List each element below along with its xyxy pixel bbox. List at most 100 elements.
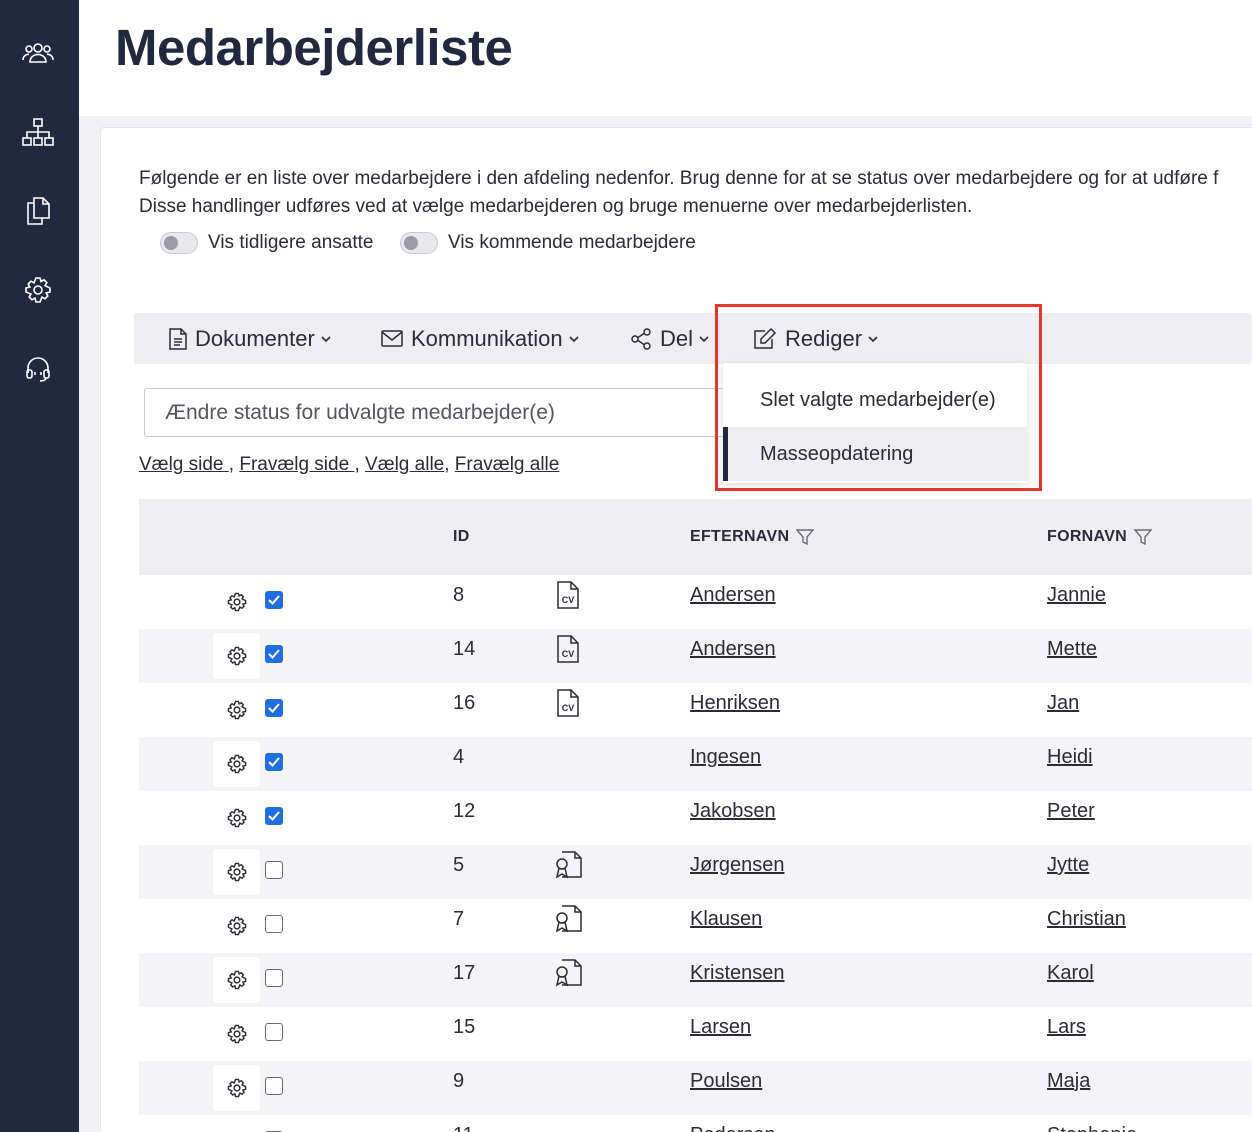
certificate-icon[interactable] [554,905,582,938]
upcoming-employees-label: Vis kommende medarbejdere [448,232,696,253]
row-settings-icon[interactable] [213,579,260,625]
row-settings-icon[interactable] [213,633,260,679]
row-last-name-link[interactable]: Poulsen [690,1070,762,1093]
table-row: 8 CV Andersen Jannie [139,575,1252,629]
column-header-last-name[interactable]: EFTERNAVN [690,499,815,575]
chevron-down-icon [321,335,331,342]
row-last-name-link[interactable]: Klausen [690,908,762,931]
row-first-name-link[interactable]: Karol [1047,962,1094,985]
row-first-name-link[interactable]: Peter [1047,800,1095,823]
table-row: 16 CV Henriksen Jan [139,683,1252,737]
page-header: Medarbejderliste [79,0,1252,116]
page-description: Følgende er en liste over medarbejdere i… [139,165,1252,221]
description-line-2: Disse handlinger udføres ved at vælge me… [139,196,973,217]
documents-label: Dokumenter [195,325,315,351]
row-checkbox[interactable] [265,699,283,717]
certificate-icon[interactable] [554,959,582,992]
column-header-first-name[interactable]: FORNAVN [1047,499,1153,575]
row-first-name-link[interactable]: Maja [1047,1070,1090,1093]
edit-dropdown-menu: Slet valgte medarbejder(e) Masseopdateri… [723,363,1027,483]
edit-menu-button[interactable]: Rediger [753,313,879,364]
envelope-icon [381,330,403,347]
row-checkbox[interactable] [265,591,283,609]
documents-icon[interactable] [20,193,56,229]
row-settings-icon[interactable] [213,1065,260,1111]
row-last-name-link[interactable]: Pedersen [690,1124,776,1132]
row-checkbox[interactable] [265,645,283,663]
filter-icon[interactable] [796,528,815,546]
cv-document-icon[interactable]: CV [556,581,580,614]
row-last-name-link[interactable]: Larsen [690,1016,751,1039]
mass-update-item[interactable]: Masseopdatering [723,427,1027,481]
row-checkbox[interactable] [265,753,283,771]
separator: , [354,454,366,475]
filter-icon[interactable] [1134,528,1153,546]
row-first-name-link[interactable]: Christian [1047,908,1126,931]
table-row: 9 Poulsen Maja [139,1061,1252,1115]
table-row: 4 Ingesen Heidi [139,737,1252,791]
row-last-name-link[interactable]: Jakobsen [690,800,776,823]
delete-selected-employees-item[interactable]: Slet valgte medarbejder(e) [723,373,1027,427]
documents-menu-button[interactable]: Dokumenter [169,313,332,364]
row-settings-icon[interactable] [213,903,260,949]
row-first-name-link[interactable]: Stephanie [1047,1124,1137,1132]
row-last-name-link[interactable]: Andersen [690,584,776,607]
row-settings-icon[interactable] [213,795,260,841]
row-checkbox[interactable] [265,915,283,933]
row-first-name-link[interactable]: Mette [1047,638,1097,661]
row-last-name-link[interactable]: Kristensen [690,962,785,985]
row-checkbox[interactable] [265,1023,283,1041]
row-settings-icon[interactable] [213,849,260,895]
select-all-link[interactable]: Vælg alle [365,454,444,475]
cv-document-icon[interactable]: CV [556,635,580,668]
row-settings-icon[interactable] [213,1119,260,1132]
row-last-name-link[interactable]: Jørgensen [690,854,785,877]
row-id: 16 [453,692,476,714]
toggle-upcoming-employees[interactable]: Vis kommende medarbejdere [400,232,696,254]
column-header-first-name-label: FORNAVN [1047,528,1128,545]
row-id: 9 [453,1070,465,1092]
row-settings-icon[interactable] [213,741,260,787]
toggle-former-employees[interactable]: Vis tidligere ansatte [160,232,373,254]
document-icon [169,327,187,350]
share-label: Del [660,325,694,351]
employees-icon[interactable] [20,35,56,71]
selection-links: Vælg side , Fravælg side , Vælg alle, Fr… [139,454,559,476]
table-row: 15 Larsen Lars [139,1007,1252,1061]
cv-document-icon[interactable]: CV [556,689,580,722]
row-checkbox[interactable] [265,807,283,825]
column-header-id[interactable]: ID [453,499,470,575]
communication-menu-button[interactable]: Kommunikation [381,313,580,364]
row-first-name-link[interactable]: Heidi [1047,746,1093,769]
share-menu-button[interactable]: Del [630,313,710,364]
select-page-link[interactable]: Vælg side [139,454,229,475]
svg-text:CV: CV [562,595,575,605]
table-row: 5 Jørgensen Jytte [139,845,1252,899]
former-employees-label: Vis tidligere ansatte [208,232,374,253]
row-id: 8 [453,584,465,606]
support-icon[interactable] [20,351,56,387]
former-employees-switch[interactable] [160,232,198,254]
row-checkbox[interactable] [265,969,283,987]
row-checkbox[interactable] [265,861,283,879]
row-settings-icon[interactable] [213,687,260,733]
row-first-name-link[interactable]: Jan [1047,692,1079,715]
row-last-name-link[interactable]: Henriksen [690,692,780,715]
row-last-name-link[interactable]: Andersen [690,638,776,661]
row-checkbox[interactable] [265,1077,283,1095]
certificate-icon[interactable] [554,851,582,884]
row-settings-icon[interactable] [213,1011,260,1057]
deselect-page-link[interactable]: Fravælg side [239,454,354,475]
deselect-all-link[interactable]: Fravælg alle [455,454,560,475]
upcoming-employees-switch[interactable] [400,232,438,254]
settings-icon[interactable] [20,272,56,308]
row-first-name-link[interactable]: Jytte [1047,854,1089,877]
row-first-name-link[interactable]: Jannie [1047,584,1106,607]
row-settings-icon[interactable] [213,957,260,1003]
org-chart-icon[interactable] [20,114,56,150]
row-last-name-link[interactable]: Ingesen [690,746,761,769]
status-change-input[interactable] [144,388,744,437]
row-first-name-link[interactable]: Lars [1047,1016,1086,1039]
edit-icon [754,327,777,349]
share-icon [631,327,651,350]
